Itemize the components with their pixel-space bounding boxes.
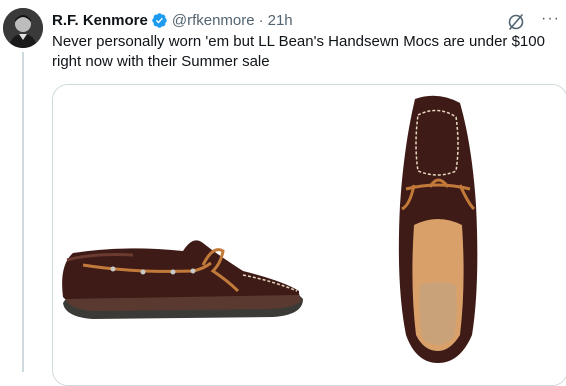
media-grid[interactable] — [52, 84, 566, 386]
shoe-side-view-image[interactable] — [53, 85, 308, 385]
shoe-top-illustration — [398, 95, 478, 364]
separator-dot: · — [258, 11, 264, 29]
timestamp[interactable]: 21h — [268, 12, 293, 29]
shoe-side-illustration — [62, 240, 303, 319]
display-name[interactable]: R.F. Kenmore — [52, 12, 148, 29]
user-handle[interactable]: @rfkenmore — [172, 12, 255, 29]
avatar-photo — [3, 8, 43, 48]
tweet-header: R.F. Kenmore @rfkenmore · 21h — [52, 10, 566, 30]
more-icon[interactable]: ··· — [541, 10, 560, 28]
verified-badge-icon — [151, 12, 168, 29]
avatar[interactable] — [3, 8, 43, 48]
shoe-top-view-image[interactable] — [308, 85, 566, 385]
thread-line — [22, 52, 24, 372]
tweet-text: Never personally worn 'em but LL Bean's … — [52, 33, 545, 70]
